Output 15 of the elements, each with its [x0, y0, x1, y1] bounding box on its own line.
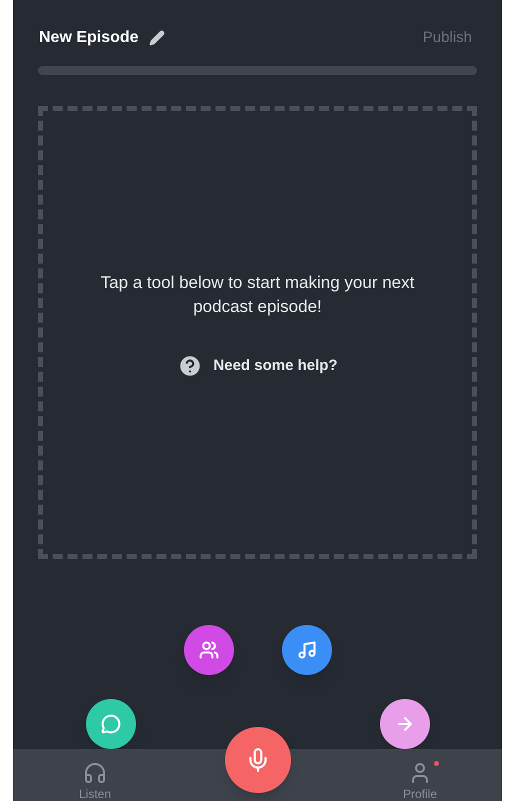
music-note-icon [296, 640, 316, 660]
chat-bubble-icon [100, 714, 120, 734]
empty-message: Tap a tool below to start making your next podcast episode! [100, 272, 416, 318]
tool-button[interactable] [282, 625, 332, 675]
tool-button[interactable] [380, 699, 430, 749]
publish-button[interactable]: Publish [422, 26, 472, 50]
nav-tab[interactable]: Profile [375, 749, 465, 801]
people-icon [198, 640, 218, 660]
tool-button[interactable] [86, 699, 136, 749]
headphones-icon [83, 761, 107, 785]
help-link[interactable]: Need some help? [177, 352, 338, 379]
pencil-icon[interactable] [148, 30, 165, 46]
tool-button[interactable] [184, 625, 234, 675]
nav-tab[interactable]: Listen [50, 749, 140, 801]
episode-title: New Episode [39, 28, 139, 48]
